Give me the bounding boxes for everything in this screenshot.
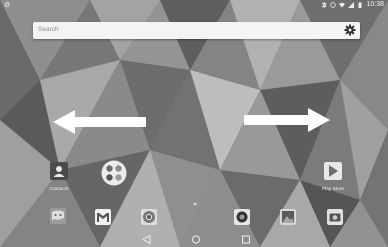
status-bar: ⚙ 10:38: [0, 0, 388, 11]
arrow-left-icon: [53, 110, 146, 134]
app-label: Play Store: [321, 187, 345, 192]
home-screen: ⚙ 10:38 Search Contacts Play Store: [0, 0, 388, 247]
search-input[interactable]: Search: [38, 26, 59, 33]
signal-icon: [348, 1, 355, 8]
apps-drawer-icon: [101, 160, 127, 186]
gear-icon[interactable]: [344, 24, 356, 36]
status-icons: 10:38: [321, 1, 384, 8]
contacts-icon: [50, 162, 68, 180]
alarm-icon: [330, 1, 337, 8]
app-contacts[interactable]: Contacts: [44, 162, 74, 192]
navigation-bar: [0, 232, 388, 247]
wifi-icon: [339, 2, 346, 7]
back-icon[interactable]: [142, 235, 152, 244]
bluetooth-icon: [322, 1, 328, 8]
app-label: Contacts: [49, 187, 69, 192]
chrome-icon[interactable]: [141, 209, 157, 225]
messaging-icon[interactable]: [50, 208, 66, 224]
search-bar[interactable]: Search: [33, 22, 360, 39]
notification-icon: ⚙: [4, 2, 11, 9]
clock: 10:38: [366, 1, 384, 8]
gallery-icon[interactable]: [280, 209, 296, 225]
camera2-icon[interactable]: [327, 209, 343, 225]
battery-icon: [358, 2, 362, 8]
app-drawer[interactable]: [99, 160, 129, 191]
page-indicator: [193, 203, 197, 206]
camera-icon[interactable]: [234, 209, 250, 225]
gmail-icon[interactable]: [95, 209, 111, 225]
arrow-right-icon: [244, 108, 330, 132]
app-play-store[interactable]: Play Store: [318, 162, 348, 192]
play-store-icon: [324, 162, 342, 180]
home-icon[interactable]: [191, 235, 201, 244]
recents-icon[interactable]: [241, 235, 251, 244]
